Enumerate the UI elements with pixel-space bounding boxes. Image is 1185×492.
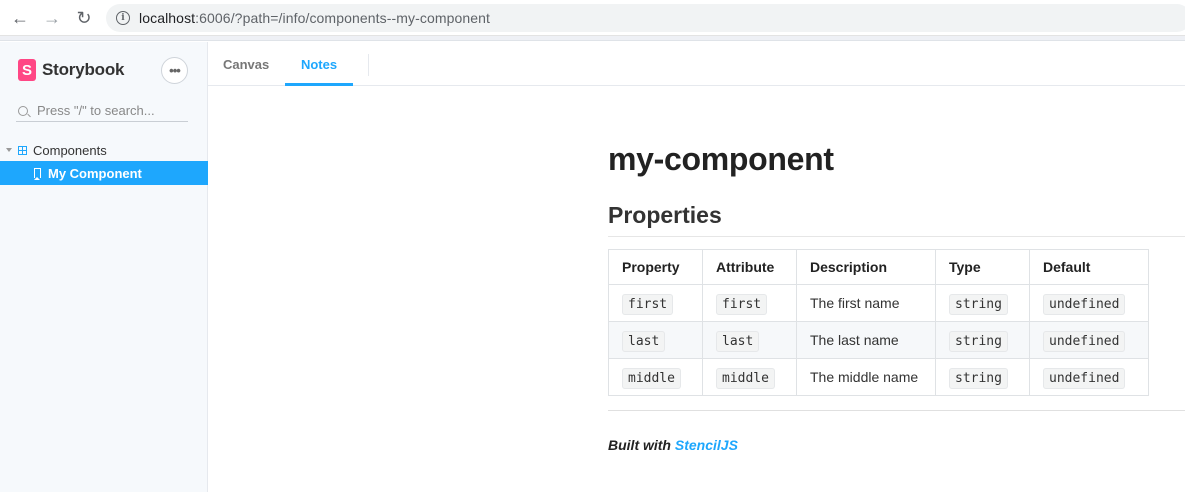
cell-description: The first name bbox=[796, 284, 936, 322]
tab-bar: Canvas Notes bbox=[208, 42, 1185, 86]
cell-default: undefined bbox=[1029, 321, 1149, 359]
component-group-icon bbox=[18, 145, 27, 155]
footer-note: Built with StencilJS bbox=[608, 437, 738, 453]
cell-property: first bbox=[608, 284, 703, 322]
table-row: middle middle The middle name string und… bbox=[608, 358, 1149, 396]
cell-default: undefined bbox=[1029, 358, 1149, 396]
brand-name: Storybook bbox=[42, 60, 125, 79]
reload-icon[interactable]: ↻ bbox=[73, 7, 95, 29]
properties-table: Property Attribute Description Type Defa… bbox=[608, 249, 1149, 396]
header-type: Type bbox=[935, 249, 1030, 285]
cell-type: string bbox=[935, 358, 1030, 396]
storybook-logo-icon: S bbox=[18, 59, 36, 81]
tab-notes[interactable]: Notes bbox=[285, 42, 353, 86]
code-value: middle bbox=[716, 367, 775, 389]
cell-attribute: first bbox=[702, 284, 797, 322]
header-property: Property bbox=[608, 249, 703, 285]
table-header-row: Property Attribute Description Type Defa… bbox=[608, 249, 1149, 285]
code-value: string bbox=[949, 330, 1008, 352]
stenciljs-link[interactable]: StencilJS bbox=[675, 437, 738, 453]
code-value: middle bbox=[622, 367, 681, 389]
table-row: first first The first name string undefi… bbox=[608, 284, 1149, 322]
footer-prefix: Built with bbox=[608, 437, 675, 453]
tab-separator bbox=[368, 54, 369, 76]
address-bar[interactable]: i localhost:6006/?path=/info/components-… bbox=[106, 4, 1185, 32]
url-text[interactable]: localhost:6006/?path=/info/components--m… bbox=[139, 10, 490, 26]
tree-item-label: My Component bbox=[48, 165, 142, 181]
code-value: last bbox=[716, 330, 760, 352]
more-menu-button[interactable]: ••• bbox=[161, 57, 188, 84]
back-arrow-icon[interactable]: ← bbox=[9, 7, 31, 29]
cell-type: string bbox=[935, 321, 1030, 359]
tree-group-label: Components bbox=[33, 142, 107, 158]
search-input[interactable] bbox=[37, 103, 187, 118]
divider bbox=[608, 410, 1185, 411]
cell-default: undefined bbox=[1029, 284, 1149, 322]
forward-arrow-icon[interactable]: → bbox=[41, 7, 63, 29]
code-value: undefined bbox=[1043, 367, 1126, 389]
cell-attribute: middle bbox=[702, 358, 797, 396]
brand[interactable]: S Storybook bbox=[18, 59, 124, 81]
code-value: last bbox=[622, 330, 666, 352]
sidebar: S Storybook ••• Components My Component bbox=[0, 42, 208, 492]
code-value: first bbox=[716, 293, 768, 315]
main-panel: Canvas Notes my-component Properties Pro… bbox=[208, 42, 1185, 492]
search-box[interactable] bbox=[16, 100, 188, 122]
code-value: string bbox=[949, 293, 1008, 315]
url-host: localhost bbox=[139, 10, 196, 26]
url-path: :6006/?path=/info/components--my-compone… bbox=[195, 10, 491, 26]
tree-group-components[interactable]: Components bbox=[0, 140, 208, 160]
chevron-down-icon[interactable] bbox=[6, 148, 12, 152]
cell-description: The middle name bbox=[796, 358, 936, 396]
tab-canvas[interactable]: Canvas bbox=[223, 42, 269, 86]
cell-property: middle bbox=[608, 358, 703, 396]
code-value: string bbox=[949, 367, 1008, 389]
header-description: Description bbox=[796, 249, 936, 285]
cell-property: last bbox=[608, 321, 703, 359]
code-value: undefined bbox=[1043, 330, 1126, 352]
header-default: Default bbox=[1029, 249, 1149, 285]
section-title: Properties bbox=[608, 202, 1185, 237]
search-icon bbox=[18, 105, 28, 116]
browser-toolbar: ← → ↻ i localhost:6006/?path=/info/compo… bbox=[0, 0, 1185, 36]
tree-item-my-component[interactable]: My Component bbox=[0, 161, 208, 185]
cell-type: string bbox=[935, 284, 1030, 322]
cell-attribute: last bbox=[702, 321, 797, 359]
chrome-divider bbox=[0, 36, 1185, 41]
info-icon[interactable]: i bbox=[116, 11, 130, 25]
bookmark-icon bbox=[34, 168, 41, 180]
header-attribute: Attribute bbox=[702, 249, 797, 285]
code-value: undefined bbox=[1043, 293, 1126, 315]
page-title: my-component bbox=[608, 141, 834, 177]
code-value: first bbox=[622, 293, 674, 315]
table-row: last last The last name string undefined bbox=[608, 321, 1149, 359]
cell-description: The last name bbox=[796, 321, 936, 359]
